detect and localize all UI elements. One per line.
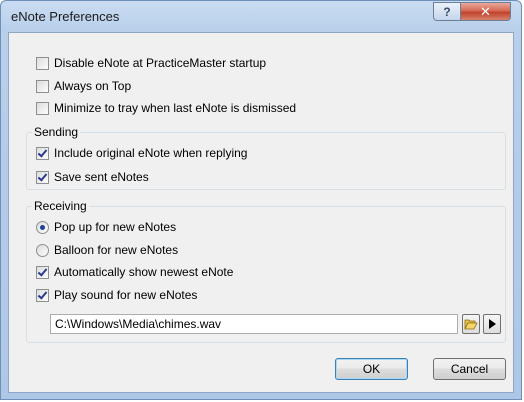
minimize-to-tray-option[interactable]: Minimize to tray when last eNote is dism… <box>36 100 296 116</box>
balloon-option[interactable]: Balloon for new eNotes <box>36 242 178 258</box>
save-sent-checkbox[interactable] <box>36 170 49 184</box>
folder-open-icon <box>464 319 478 330</box>
ok-button[interactable]: OK <box>335 358 408 380</box>
help-button[interactable]: ? <box>433 2 461 21</box>
cancel-button[interactable]: Cancel <box>433 358 506 380</box>
minimize-to-tray-checkbox[interactable] <box>36 101 49 115</box>
window-title: eNote Preferences <box>11 9 120 24</box>
disable-startup-label: Disable eNote at PracticeMaster startup <box>54 56 267 70</box>
close-button[interactable]: ✕ <box>460 2 511 21</box>
auto-show-newest-option[interactable]: Automatically show newest eNote <box>36 264 233 280</box>
disable-startup-option[interactable]: Disable eNote at PracticeMaster startup <box>36 55 266 71</box>
save-sent-label: Save sent eNotes <box>54 170 149 184</box>
sound-file-path-input[interactable]: C:\Windows\Media\chimes.wav <box>50 314 458 334</box>
popup-label: Pop up for new eNotes <box>54 220 177 234</box>
balloon-label: Balloon for new eNotes <box>54 243 179 257</box>
sending-group-label: Sending <box>32 125 81 139</box>
play-sound-checkbox[interactable] <box>36 288 49 302</box>
play-sound-option[interactable]: Play sound for new eNotes <box>36 287 197 303</box>
receiving-group-label: Receiving <box>32 199 89 213</box>
include-original-checkbox[interactable] <box>36 146 49 160</box>
popup-option[interactable]: Pop up for new eNotes <box>36 219 176 235</box>
play-sound-button[interactable] <box>483 314 501 334</box>
auto-show-newest-label: Automatically show newest eNote <box>54 265 234 279</box>
minimize-to-tray-label: Minimize to tray when last eNote is dism… <box>54 101 297 115</box>
always-on-top-checkbox[interactable] <box>36 79 49 93</box>
save-sent-option[interactable]: Save sent eNotes <box>36 169 149 185</box>
always-on-top-label: Always on Top <box>54 79 132 93</box>
disable-startup-checkbox[interactable] <box>36 56 49 70</box>
play-sound-label: Play sound for new eNotes <box>54 288 198 302</box>
browse-sound-button[interactable] <box>462 314 480 334</box>
include-original-option[interactable]: Include original eNote when replying <box>36 145 247 161</box>
title-bar[interactable]: eNote Preferences ? ✕ <box>1 1 521 33</box>
popup-radio[interactable] <box>36 220 49 234</box>
include-original-label: Include original eNote when replying <box>54 146 248 160</box>
dialog-content: Disable eNote at PracticeMaster startup … <box>8 32 514 393</box>
always-on-top-option[interactable]: Always on Top <box>36 78 131 94</box>
balloon-radio[interactable] <box>36 243 49 257</box>
play-icon <box>489 319 496 329</box>
preferences-dialog: eNote Preferences ? ✕ Disable eNote at P… <box>0 0 522 400</box>
auto-show-newest-checkbox[interactable] <box>36 265 49 279</box>
